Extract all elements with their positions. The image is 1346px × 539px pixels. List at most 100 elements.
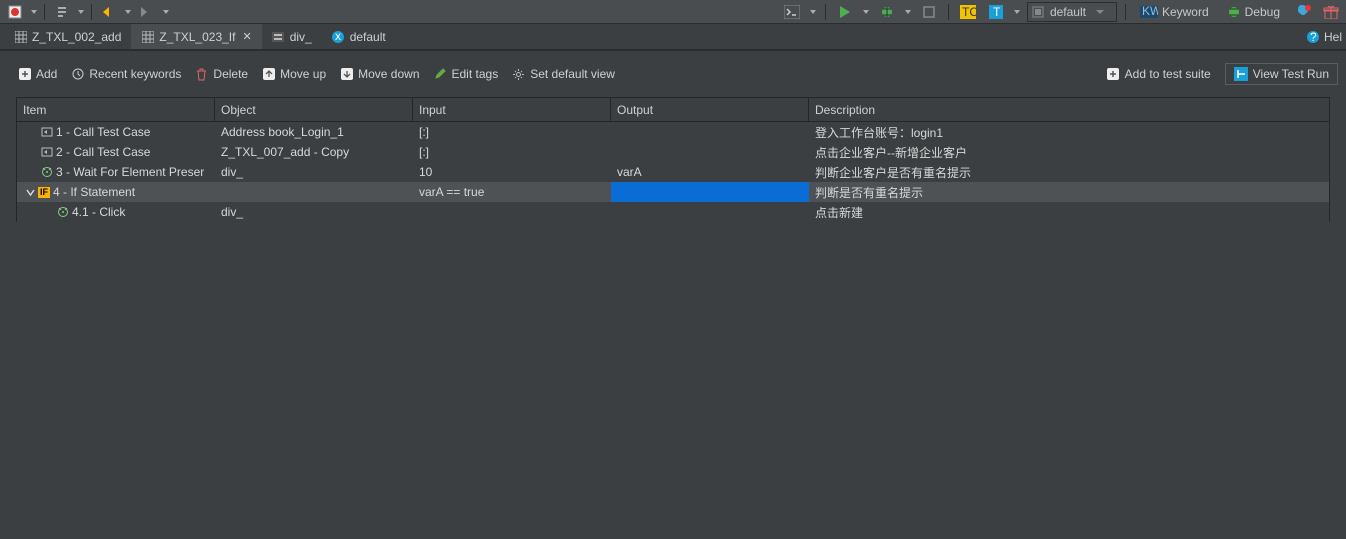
grid-row[interactable]: 3 - Wait For Element Preser div_10varA判断企…: [17, 162, 1329, 182]
recent-keywords-label: Recent keywords: [89, 67, 181, 81]
cell-output: [611, 182, 809, 202]
cell-object: Z_TXL_007_add - Copy: [215, 142, 413, 162]
editor-tab-bar: Z_TXL_002_add Z_TXL_023_If✕div_ x default ?…: [0, 24, 1346, 50]
cell-item: 4.1 - Click: [17, 202, 215, 222]
grid-body: 1 - Call Test CaseAddress book_Login_1[:…: [17, 122, 1329, 222]
cell-description: 点击新建: [809, 202, 1329, 222]
edit-tags-label: Edit tags: [452, 67, 499, 81]
debug-run-dropdown-icon[interactable]: [904, 2, 912, 22]
column-header-description[interactable]: Description: [809, 98, 1329, 122]
column-header-object[interactable]: Object: [215, 98, 413, 122]
t-icon[interactable]: T: [985, 2, 1007, 22]
grid-row[interactable]: 4.1 - Click div_ 点击新建: [17, 202, 1329, 222]
tips-icon[interactable]: [1292, 2, 1314, 22]
record-dropdown-icon[interactable]: [30, 2, 38, 22]
debug-perspective-button[interactable]: Debug: [1221, 2, 1286, 22]
plus-box-icon: [1107, 68, 1120, 81]
editor-tab[interactable]: x default: [322, 24, 396, 49]
tc-icon[interactable]: TC: [957, 2, 979, 22]
grid-row[interactable]: 2 - Call Test Case Z_TXL_007_add - Copy[:…: [17, 142, 1329, 162]
view-test-run-button[interactable]: View Test Run: [1225, 63, 1338, 85]
move-up-button[interactable]: Move up: [262, 67, 326, 81]
cell-description: 点击企业客户--新增企业客户: [809, 142, 1329, 162]
t-dropdown-icon[interactable]: [1013, 2, 1021, 22]
terminal-dropdown-icon[interactable]: [809, 2, 817, 22]
cell-output: varA: [611, 162, 809, 182]
chevron-down-icon: [1096, 10, 1104, 14]
tab-label: Z_TXL_002_add: [32, 30, 121, 44]
step-item-label: 2 - Call Test Case: [56, 145, 150, 159]
editor-tab[interactable]: Z_TXL_002_add: [4, 24, 131, 49]
cell-input: [413, 202, 611, 222]
run-icon[interactable]: [834, 2, 856, 22]
cell-input: 10: [413, 162, 611, 182]
cell-object: [215, 182, 413, 202]
chevron-down-icon[interactable]: [25, 187, 35, 197]
nav-back-dropdown-icon[interactable]: [124, 2, 132, 22]
column-header-input[interactable]: Input: [413, 98, 611, 122]
add-step-button[interactable]: Add: [18, 67, 57, 81]
keyword-perspective-button[interactable]: KW Keyword: [1134, 2, 1215, 22]
editor-tab[interactable]: Z_TXL_023_If✕: [131, 24, 261, 49]
step-item-label: 4 - If Statement: [53, 185, 135, 199]
align-dropdown-icon[interactable]: [77, 2, 85, 22]
add-step-label: Add: [36, 67, 57, 81]
editor-action-bar: Add Recent keywords Delete Move up Move …: [0, 59, 1346, 89]
tab-type-icon: [272, 30, 285, 43]
gift-icon[interactable]: [1320, 2, 1342, 22]
column-header-item[interactable]: Item: [17, 98, 215, 122]
help-button[interactable]: ? Hel: [1302, 24, 1346, 50]
move-down-button[interactable]: Move down: [340, 67, 419, 81]
cell-object: div_: [215, 162, 413, 182]
cell-input: [:]: [413, 142, 611, 162]
editor-tab[interactable]: div_: [262, 24, 322, 49]
grid-header-row: Item Object Input Output Description: [17, 98, 1329, 122]
svg-text:KW: KW: [1142, 6, 1158, 18]
step-item-label: 3 - Wait For Element Preser: [56, 165, 204, 179]
cell-input: varA == true: [413, 182, 611, 202]
profile-combo[interactable]: default: [1027, 2, 1117, 22]
stop-icon[interactable]: [918, 2, 940, 22]
grid-row[interactable]: IF4 - If StatementvarA == true判断是否有重名提示: [17, 182, 1329, 202]
cell-object: div_: [215, 202, 413, 222]
nav-forward-dropdown-icon[interactable]: [162, 2, 170, 22]
move-down-label: Move down: [358, 67, 419, 81]
test-steps-grid: Item Object Input Output Description 1 -…: [16, 97, 1330, 222]
cell-item: 3 - Wait For Element Preser: [17, 162, 215, 182]
clock-icon: [71, 68, 84, 81]
delete-step-button[interactable]: Delete: [195, 67, 248, 81]
trash-icon: [195, 68, 208, 81]
run-dropdown-icon[interactable]: [862, 2, 870, 22]
arrow-up-icon: [262, 68, 275, 81]
delete-step-label: Delete: [213, 67, 248, 81]
terminal-icon[interactable]: [781, 2, 803, 22]
debug-run-icon[interactable]: [876, 2, 898, 22]
step-item-label: 1 - Call Test Case: [56, 125, 150, 139]
pencil-icon: [434, 68, 447, 81]
set-default-view-button[interactable]: Set default view: [512, 67, 615, 81]
view-test-run-label: View Test Run: [1253, 67, 1329, 81]
record-icon[interactable]: [4, 2, 26, 22]
nav-forward-icon[interactable]: [136, 2, 158, 22]
grid-row[interactable]: 1 - Call Test CaseAddress book_Login_1[:…: [17, 122, 1329, 142]
recent-keywords-button[interactable]: Recent keywords: [71, 67, 181, 81]
align-icon[interactable]: [51, 2, 73, 22]
svg-text:x: x: [335, 31, 341, 43]
cell-output: [611, 122, 809, 142]
cell-item: IF4 - If Statement: [17, 182, 215, 202]
column-header-output[interactable]: Output: [611, 98, 809, 122]
nav-back-icon[interactable]: [98, 2, 120, 22]
cell-item: 1 - Call Test Case: [17, 122, 215, 142]
close-icon[interactable]: ✕: [242, 30, 251, 43]
edit-tags-button[interactable]: Edit tags: [434, 67, 499, 81]
step-type-icon: [41, 146, 53, 158]
svg-text:T: T: [993, 5, 1001, 19]
gear-icon: [512, 68, 525, 81]
add-to-test-suite-button[interactable]: Add to test suite: [1107, 67, 1211, 81]
set-default-view-label: Set default view: [530, 67, 615, 81]
step-item-label: 4.1 - Click: [72, 205, 125, 219]
toolbar-separator: [1125, 4, 1126, 20]
toolbar-separator: [825, 4, 826, 20]
tab-label: default: [350, 30, 386, 44]
cell-description: 判断企业客户是否有重名提示: [809, 162, 1329, 182]
